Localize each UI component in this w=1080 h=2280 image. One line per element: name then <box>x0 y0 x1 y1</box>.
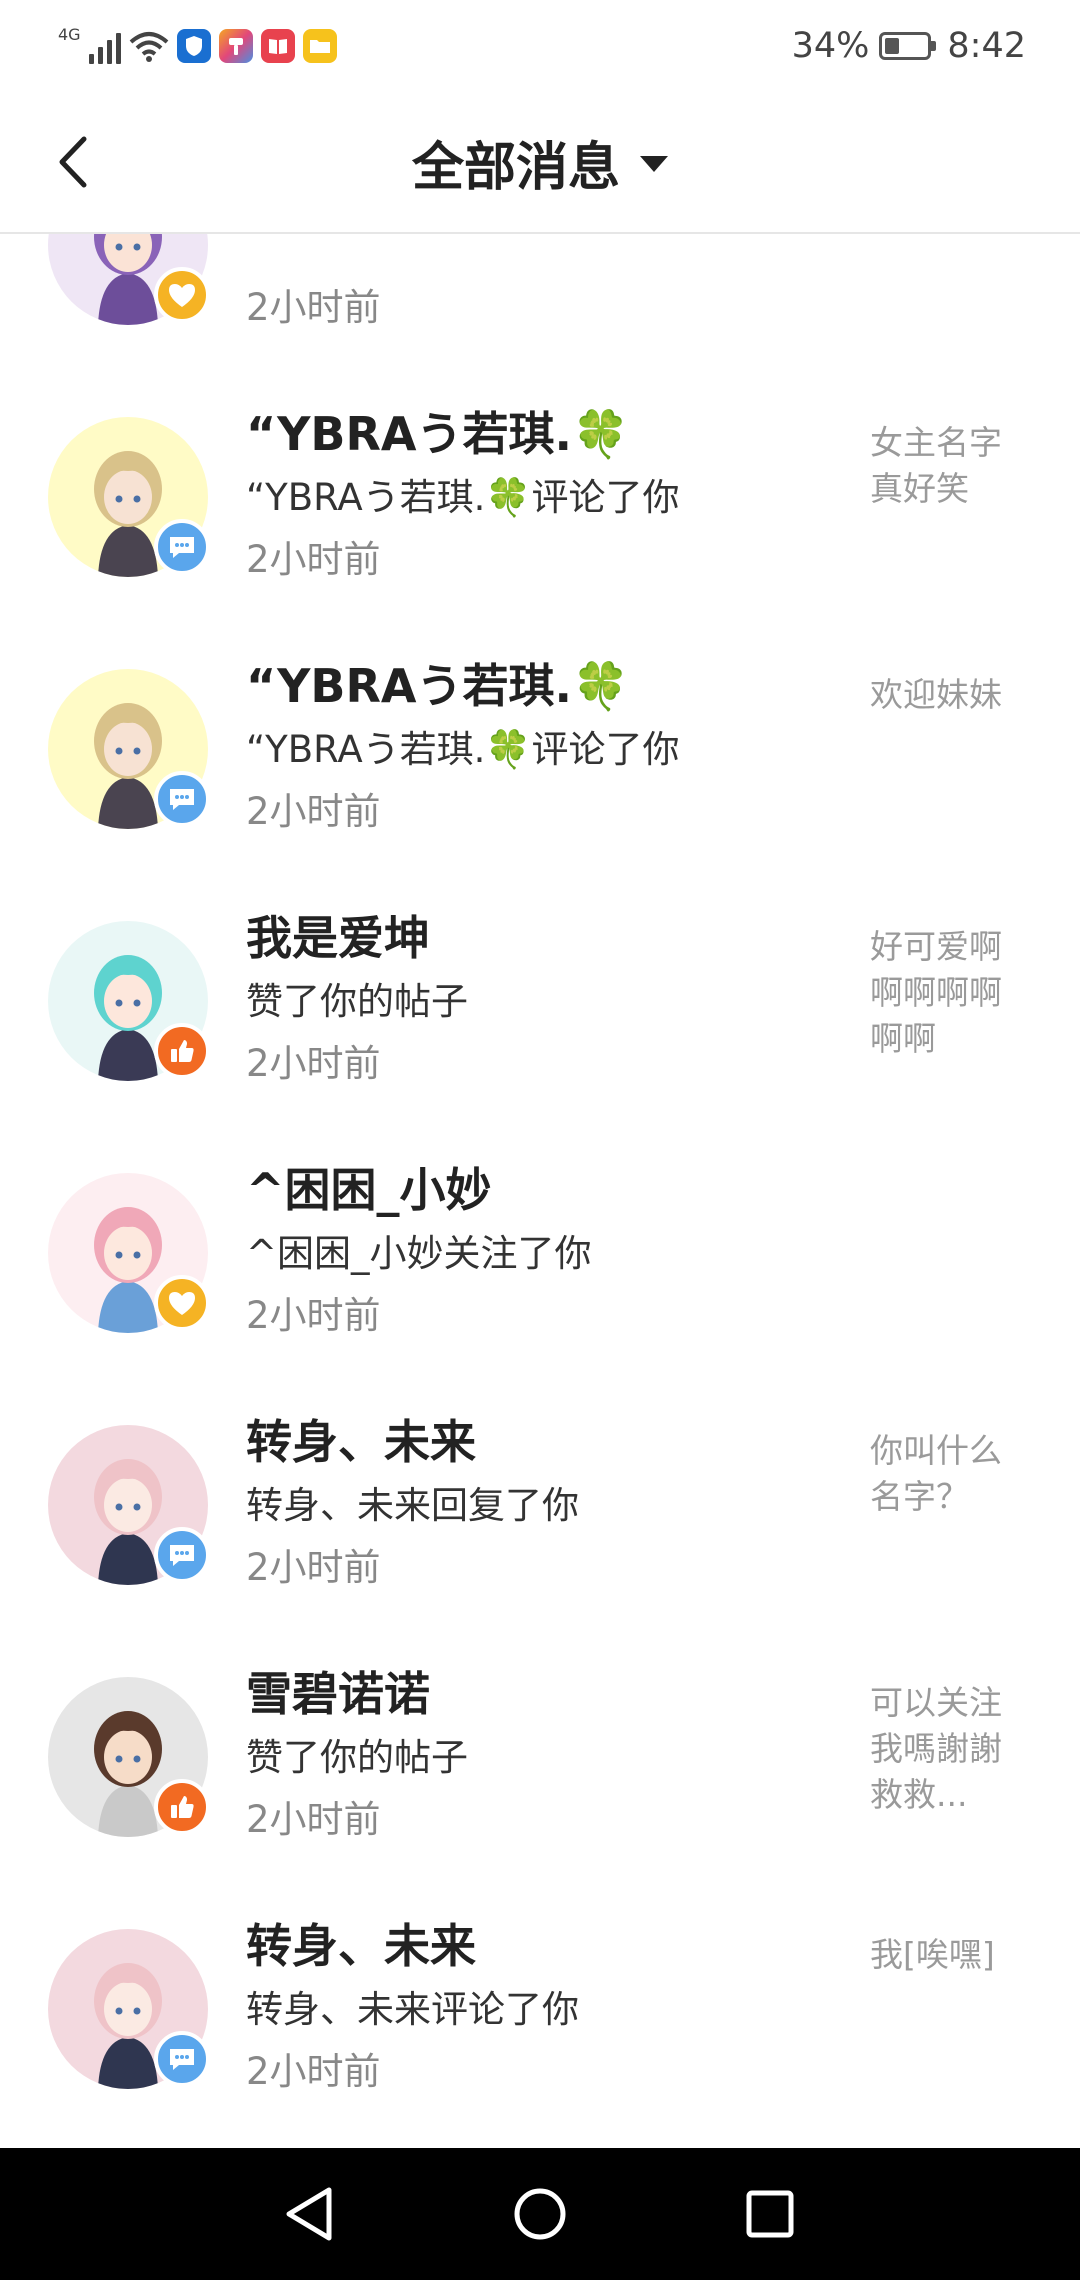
sender-name: 我是爱坤 <box>246 911 430 965</box>
battery-icon <box>879 32 937 60</box>
notification-item[interactable]: 雪碧诺诺 赞了你的帖子 2小时前 可以关注我嗎謝謝救救... <box>0 1557 1080 1841</box>
page-title: 全部消息 <box>411 137 620 198</box>
sender-name: “YBRAう若琪.🍀 <box>246 659 630 713</box>
notification-text: “YBRAう若琪.🍀评论了你 <box>246 476 680 519</box>
comment-preview: 可以关注我嗎謝謝救救... <box>870 1683 1002 1814</box>
back-button[interactable] <box>48 132 98 192</box>
sender-name: 转身、未来 <box>246 1415 476 1469</box>
notification-text: 转身、未来评论了你 <box>246 1988 579 2031</box>
notification-list[interactable]: 2小时前 “YBRAう若琪.🍀 “YBRAう若琪.🍀评论了你 2小时前 女主名字真好笑 “… <box>0 234 1080 2148</box>
signal-icon <box>88 28 121 64</box>
top-bar: 全部消息 <box>0 92 1080 234</box>
sender-name: 转身、未来 <box>246 1919 476 1973</box>
comment-preview: 女主名字真好笑 <box>870 423 1002 508</box>
comment-preview: 我[唉嘿] <box>870 1935 995 1974</box>
notification-text: 赞了你的帖子 <box>246 980 468 1023</box>
sender-name: ^困困_小妙 <box>246 1163 492 1217</box>
notification-item[interactable]: “YBRAう若琪.🍀 “YBRAう若琪.🍀评论了你 2小时前 欢迎妹妹 <box>0 549 1080 833</box>
circle-home-icon <box>514 2188 566 2240</box>
notification-item[interactable]: 转身、未来 转身、未来评论了你 2小时前 我[唉嘿] <box>0 1809 1080 2093</box>
nav-recents-button[interactable] <box>738 2182 802 2246</box>
comment-preview: 你叫什么名字？ <box>870 1431 1002 1516</box>
notification-item[interactable]: “YBRAう若琪.🍀 “YBRAう若琪.🍀评论了你 2小时前 女主名字真好笑 <box>0 297 1080 581</box>
paint-app-icon <box>218 29 253 63</box>
nav-back-button[interactable] <box>277 2182 341 2246</box>
notification-text: ^困困_小妙关注了你 <box>246 1232 592 1275</box>
status-bar: 4G 34% 8:42 <box>0 0 1080 92</box>
nav-home-button[interactable] <box>508 2182 572 2246</box>
system-nav-bar <box>0 2148 1080 2280</box>
sender-name: 雪碧诺诺 <box>246 1667 430 1721</box>
notification-item[interactable]: "YBAR²⁵⁰芙晥.🍀 <box>0 2061 1080 2148</box>
notification-item[interactable]: ^困困_小妙 ^困困_小妙关注了你 2小时前 <box>0 1053 1080 1337</box>
notification-item[interactable]: 转身、未来 转身、未来回复了你 2小时前 你叫什么名字？ <box>0 1305 1080 1589</box>
notification-text: “YBRAう若琪.🍀评论了你 <box>246 728 680 771</box>
network-type: 4G <box>58 24 81 44</box>
chevron-left-icon <box>59 136 87 188</box>
square-recents-icon <box>746 2190 794 2238</box>
triangle-back-icon <box>286 2187 332 2241</box>
title-dropdown[interactable]: 全部消息 <box>0 92 1080 232</box>
caret-down-icon <box>640 156 668 172</box>
notification-text: 赞了你的帖子 <box>246 1736 468 1779</box>
comment-preview: 欢迎妹妹 <box>870 675 1002 714</box>
notification-item[interactable]: 我是爱坤 赞了你的帖子 2小时前 好可爱啊啊啊啊啊啊啊 <box>0 801 1080 1085</box>
book-app-icon <box>260 29 295 63</box>
shield-app-icon <box>176 29 211 63</box>
sender-name: “YBRAう若琪.🍀 <box>246 407 630 461</box>
notification-text: 转身、未来回复了你 <box>246 1484 579 1527</box>
notification-item[interactable]: 2小时前 <box>0 234 1080 329</box>
battery-percent: 34% <box>791 26 870 66</box>
wifi-icon <box>129 32 168 62</box>
clock: 8:42 <box>947 26 1026 66</box>
folder-app-icon <box>302 29 337 63</box>
comment-preview: 好可爱啊啊啊啊啊啊啊 <box>870 927 1002 1058</box>
